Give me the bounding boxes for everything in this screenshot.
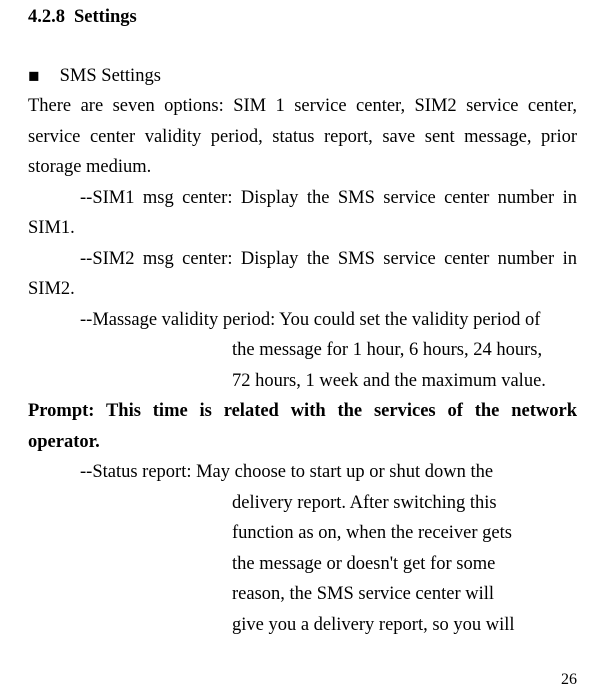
prompt-text: Prompt: This time is related with the se…	[28, 396, 577, 457]
intro-paragraph: There are seven options: SIM 1 service c…	[28, 91, 577, 183]
item-sim1: --SIM1 msg center: Display the SMS servi…	[28, 183, 577, 244]
section-heading: 4.2.8Settings	[28, 0, 577, 33]
section-title: Settings	[74, 7, 137, 27]
bullet-title: SMS Settings	[60, 66, 161, 86]
section-number: 4.2.8	[28, 2, 74, 33]
item-status-cont1: delivery report. After switching this	[28, 488, 577, 519]
item-status-cont4: reason, the SMS service center will	[28, 579, 577, 610]
item-sim2: --SIM2 msg center: Display the SMS servi…	[28, 244, 577, 305]
item-status-cont2: function as on, when the receiver gets	[28, 518, 577, 549]
item-status-lead: --Status report: May choose to start up …	[28, 457, 577, 488]
bullet-item: ◼ SMS Settings	[28, 61, 577, 92]
item-status-cont3: the message or doesn't get for some	[28, 549, 577, 580]
item-validity-lead: --Massage validity period: You could set…	[28, 305, 577, 336]
square-bullet-icon: ◼	[28, 65, 40, 88]
item-status-cont5: give you a delivery report, so you will	[28, 610, 577, 641]
page-number: 26	[561, 671, 577, 689]
item-validity-cont1: the message for 1 hour, 6 hours, 24 hour…	[28, 335, 577, 366]
item-validity-cont2: 72 hours, 1 week and the maximum value.	[28, 366, 577, 397]
